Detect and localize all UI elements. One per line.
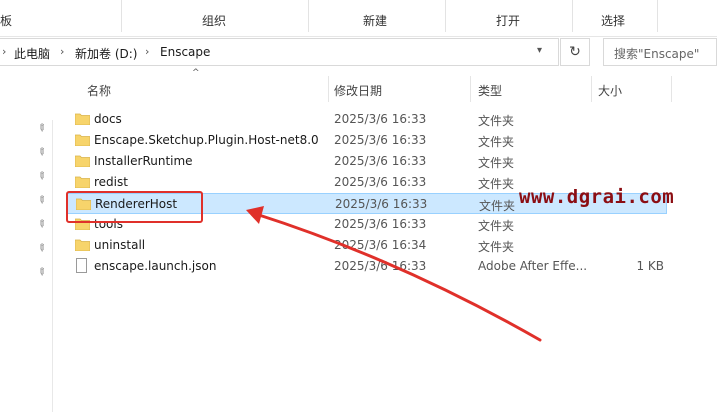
column-header-label: 修改日期	[334, 84, 383, 98]
chevron-right-icon: ›	[2, 45, 7, 58]
ribbon-group-organize[interactable]: 组织	[122, 0, 308, 36]
column-header-type[interactable]: 类型	[478, 78, 590, 102]
file-type: 文件夹	[478, 114, 515, 128]
column-divider[interactable]	[470, 76, 471, 102]
column-header-label: 名称	[87, 84, 112, 98]
file-row[interactable]: uninstall 2025/3/6 16:34 文件夹	[67, 235, 667, 256]
ribbon-group-label: 选择	[601, 14, 626, 28]
highlight-box	[66, 191, 203, 223]
file-type: 文件夹	[478, 177, 515, 191]
file-date: 2025/3/6 16:33	[335, 197, 428, 211]
pin-icon[interactable]: ✎	[34, 170, 48, 184]
file-row[interactable]: InstallerRuntime 2025/3/6 16:33 文件夹	[67, 151, 667, 172]
pin-icon[interactable]: ✎	[34, 266, 48, 280]
column-divider[interactable]	[591, 76, 592, 102]
file-row[interactable]: enscape.launch.json 2025/3/6 16:33 Adobe…	[67, 256, 667, 277]
file-date: 2025/3/6 16:34	[334, 238, 427, 252]
chevron-right-icon[interactable]: ›	[60, 45, 64, 58]
file-row[interactable]: docs 2025/3/6 16:33 文件夹	[67, 109, 667, 130]
ribbon-group-select[interactable]: 选择	[573, 0, 657, 36]
column-divider[interactable]	[671, 76, 672, 102]
refresh-icon: ↻	[569, 44, 581, 60]
file-row[interactable]: Enscape.Sketchup.Plugin.Host-net8.0 2025…	[67, 130, 667, 151]
sort-ascending-icon: ^	[192, 68, 200, 78]
file-date: 2025/3/6 16:33	[334, 133, 427, 147]
chevron-down-icon[interactable]: ▾	[537, 45, 542, 56]
chevron-right-icon[interactable]: ›	[145, 45, 149, 58]
pin-icon[interactable]: ✎	[34, 194, 48, 208]
ribbon-group-clipboard[interactable]: 板	[0, 0, 120, 36]
column-divider[interactable]	[328, 76, 329, 102]
watermark-text: www.dgrai.com	[519, 186, 675, 208]
file-type: 文件夹	[479, 199, 516, 213]
search-placeholder: 搜索"Enscape"	[614, 47, 700, 61]
column-header-name[interactable]: 名称	[87, 78, 327, 102]
nav-pane-divider	[52, 120, 53, 412]
column-header-size[interactable]: 大小	[598, 78, 670, 102]
file-type: 文件夹	[478, 219, 515, 233]
file-date: 2025/3/6 16:33	[334, 112, 427, 126]
pin-icon[interactable]: ✎	[34, 242, 48, 256]
file-name: redist	[94, 175, 128, 189]
ribbon-group-label: 新建	[363, 14, 388, 28]
file-name: InstallerRuntime	[94, 154, 193, 168]
folder-icon	[75, 134, 90, 146]
file-date: 2025/3/6 16:33	[334, 154, 427, 168]
folder-icon	[75, 113, 90, 125]
breadcrumb-drive-d[interactable]: 新加卷 (D:)	[75, 45, 137, 62]
column-header-label: 类型	[478, 84, 503, 98]
file-name: uninstall	[94, 238, 146, 252]
folder-icon	[75, 155, 90, 167]
file-size: 1 KB	[636, 259, 664, 273]
address-bar[interactable]: › 此电脑 › 新加卷 (D:) › Enscape ▾	[0, 38, 559, 66]
pin-icon[interactable]: ✎	[34, 146, 48, 160]
pin-icon[interactable]: ✎	[34, 218, 48, 232]
breadcrumb-this-pc[interactable]: 此电脑	[14, 45, 50, 62]
file-type: Adobe After Effe...	[478, 259, 588, 273]
file-type: 文件夹	[478, 240, 515, 254]
ribbon-group-label: 组织	[202, 14, 227, 28]
ribbon-divider	[657, 0, 658, 32]
file-name: docs	[94, 112, 122, 126]
column-header-date[interactable]: 修改日期	[334, 78, 469, 102]
file-type: 文件夹	[478, 156, 515, 170]
file-icon	[76, 258, 87, 273]
ribbon-group-label: 打开	[496, 14, 521, 28]
file-date: 2025/3/6 16:33	[334, 259, 427, 273]
ribbon: 板 组织 新建 打开 选择	[0, 0, 717, 37]
file-date: 2025/3/6 16:33	[334, 175, 427, 189]
folder-icon	[75, 239, 90, 251]
ribbon-group-label: 板	[0, 14, 13, 28]
ribbon-group-open[interactable]: 打开	[446, 0, 572, 36]
breadcrumb-enscape[interactable]: Enscape	[160, 45, 210, 59]
folder-icon	[75, 176, 90, 188]
ribbon-group-new[interactable]: 新建	[309, 0, 445, 36]
file-name: Enscape.Sketchup.Plugin.Host-net8.0	[94, 133, 319, 147]
column-header-label: 大小	[598, 84, 623, 98]
search-input[interactable]: 搜索"Enscape"	[603, 38, 717, 66]
refresh-button[interactable]: ↻	[560, 38, 590, 66]
file-date: 2025/3/6 16:33	[334, 217, 427, 231]
file-name: enscape.launch.json	[94, 259, 217, 273]
pin-icon[interactable]: ✎	[34, 122, 48, 136]
file-type: 文件夹	[478, 135, 515, 149]
